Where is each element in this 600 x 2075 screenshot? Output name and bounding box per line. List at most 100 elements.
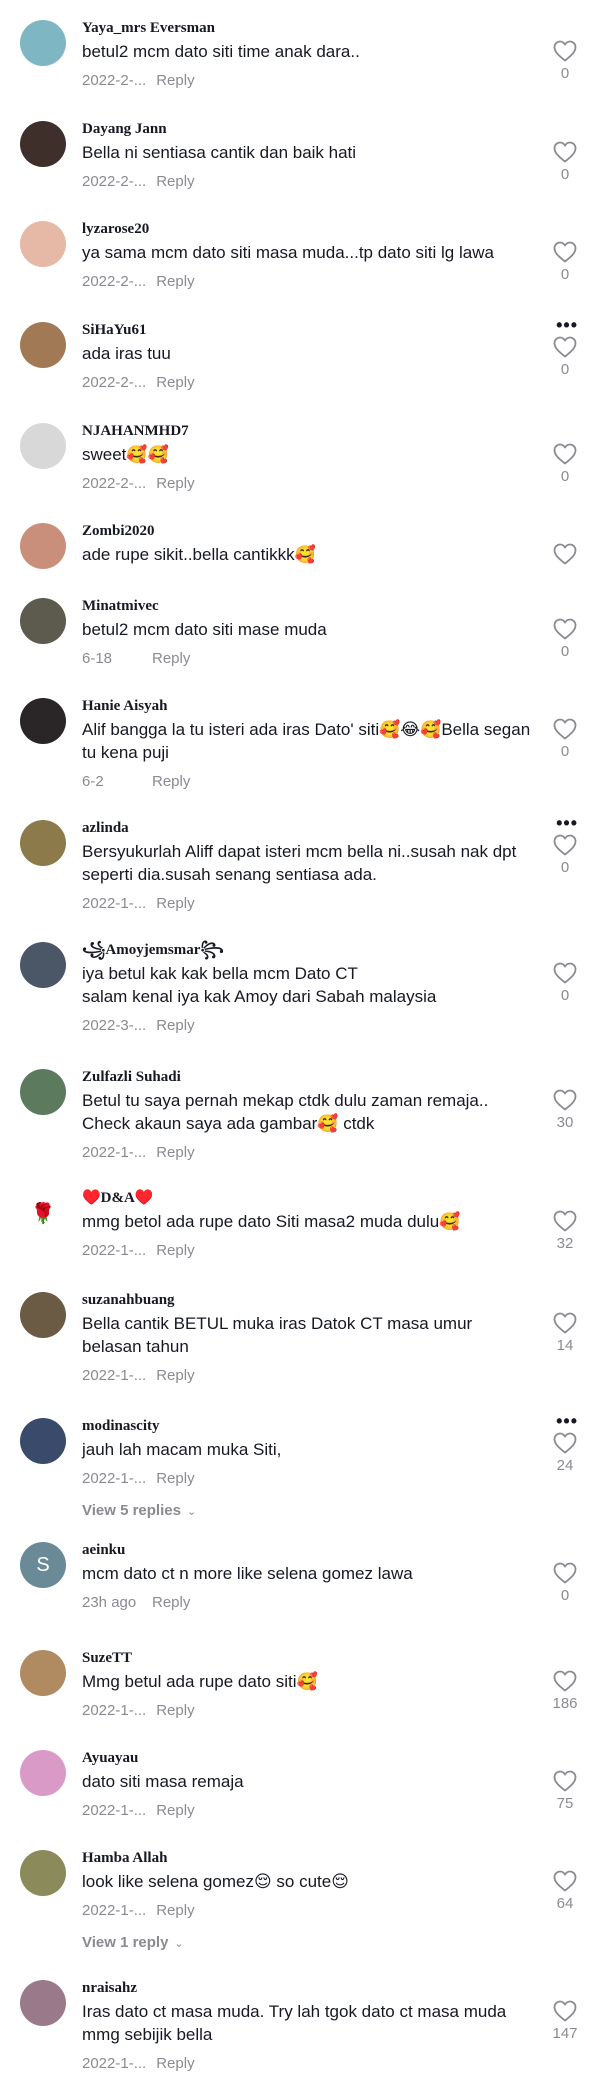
like-button[interactable]: 32 (550, 1210, 580, 1254)
username[interactable]: SuzeTT (82, 1648, 532, 1668)
comment-item: Hanie Aisyah Alif bangga la tu isteri ada… (0, 686, 600, 792)
like-button[interactable]: 0 (550, 834, 580, 878)
like-button[interactable]: 0 (550, 443, 580, 487)
reply-button[interactable]: Reply (156, 1017, 194, 1034)
avatar[interactable] (20, 20, 66, 66)
reply-button[interactable]: Reply (152, 773, 190, 790)
avatar[interactable] (20, 598, 66, 644)
reply-button[interactable]: Reply (156, 895, 194, 912)
username[interactable]: modinascity (82, 1416, 532, 1436)
avatar[interactable]: 🌹 (20, 1190, 66, 1236)
reply-button[interactable]: Reply (156, 1144, 194, 1161)
comment-text: mmg betol ada rupe dato Siti masa2 muda … (82, 1212, 461, 1231)
comment-meta: 2022-2-... Reply (82, 172, 532, 192)
reply-button[interactable]: Reply (156, 1242, 194, 1259)
username[interactable]: lyzarose20 (82, 219, 532, 239)
reply-button[interactable]: Reply (156, 1802, 194, 1819)
avatar[interactable] (20, 942, 66, 988)
reply-button[interactable]: Reply (152, 650, 190, 667)
comment-date: 2022-1-... (82, 1470, 147, 1487)
reply-button[interactable]: Reply (156, 475, 194, 492)
reply-button[interactable]: Reply (156, 1367, 194, 1384)
reply-button[interactable]: Reply (152, 1594, 190, 1611)
username[interactable]: azlinda (82, 818, 532, 838)
comment-item: 🌹 ♥️D&A♥️ mmg betol ada rupe dato Siti mas… (0, 1178, 600, 1261)
reply-button[interactable]: Reply (156, 173, 194, 190)
reply-button[interactable]: Reply (156, 273, 194, 290)
avatar[interactable] (20, 1650, 66, 1696)
reply-button[interactable]: Reply (156, 2055, 194, 2072)
view-replies-button[interactable]: View 5 replies ⌄ (82, 1501, 532, 1521)
like-button[interactable]: 0 (550, 241, 580, 285)
comment-item: SiHaYu61 ada iras tuu 2022-2-... Reply ••• 0 (0, 310, 600, 393)
avatar[interactable] (20, 121, 66, 167)
like-button[interactable]: 75 (550, 1770, 580, 1814)
username[interactable]: suzanahbuang (82, 1290, 532, 1310)
avatar[interactable] (20, 698, 66, 744)
like-button[interactable]: 14 (550, 1312, 580, 1356)
more-dots-icon[interactable]: ••• (556, 316, 578, 334)
like-button[interactable] (550, 543, 580, 565)
comment-meta: 2022-1-... Reply (82, 1366, 532, 1386)
reply-button[interactable]: Reply (156, 1702, 194, 1719)
avatar[interactable]: S (20, 1542, 66, 1588)
comment-body: aeinku mcm dato ct n more like selena gom… (82, 1540, 580, 1613)
like-button[interactable]: 24 (550, 1432, 580, 1476)
username[interactable]: Zulfazli Suhadi (82, 1067, 532, 1087)
heart-outline-icon (553, 962, 577, 984)
username[interactable]: NJAHANMHD7 (82, 421, 532, 441)
username[interactable]: ♥️D&A♥️ (82, 1188, 532, 1208)
avatar[interactable] (20, 820, 66, 866)
comment-meta: 23h ago Reply (82, 1593, 532, 1613)
comment-body: SuzeTT Mmg betul ada rupe dato siti🥰 2022-… (82, 1648, 580, 1721)
view-replies-button[interactable]: View 1 reply ⌄ (82, 1933, 532, 1953)
username[interactable]: nraisahz (82, 1978, 532, 1998)
avatar-letter: S (36, 1553, 50, 1576)
avatar[interactable] (20, 221, 66, 267)
like-count: 0 (560, 266, 570, 283)
like-button[interactable]: 30 (550, 1089, 580, 1133)
username[interactable]: Hamba Allah (82, 1848, 532, 1868)
reply-button[interactable]: Reply (156, 1470, 194, 1487)
username[interactable]: aeinku (82, 1540, 532, 1560)
username[interactable]: SiHaYu61 (82, 320, 532, 340)
more-dots-icon[interactable]: ••• (556, 814, 578, 832)
comment-item: ꧁Amoyjemsmar꧂ iya betul kak kak bella mcm… (0, 930, 600, 1036)
like-button[interactable]: 0 (550, 962, 580, 1006)
like-button[interactable]: 0 (550, 336, 580, 380)
like-button[interactable]: 0 (550, 1562, 580, 1606)
avatar[interactable] (20, 322, 66, 368)
reply-button[interactable]: Reply (156, 1902, 194, 1919)
reply-button[interactable]: Reply (156, 72, 194, 89)
comment-date: 2022-1-... (82, 895, 147, 912)
like-button[interactable]: 64 (550, 1870, 580, 1914)
avatar[interactable] (20, 1980, 66, 2026)
avatar[interactable] (20, 1418, 66, 1464)
comment-meta: 2022-2-... Reply (82, 272, 532, 292)
avatar[interactable] (20, 523, 66, 569)
comment-date: 2022-1-... (82, 2055, 147, 2072)
username[interactable]: Zombi2020 (82, 521, 532, 541)
avatar[interactable] (20, 1750, 66, 1796)
heart-outline-icon (553, 834, 577, 856)
like-button[interactable]: 0 (550, 718, 580, 762)
reply-button[interactable]: Reply (156, 374, 194, 391)
username[interactable]: Minatmivec (82, 596, 532, 616)
like-button[interactable]: 186 (550, 1670, 580, 1714)
like-button[interactable]: 0 (550, 40, 580, 84)
avatar[interactable] (20, 1069, 66, 1115)
username[interactable]: Dayang Jann (82, 119, 532, 139)
username[interactable]: ꧁Amoyjemsmar꧂ (82, 940, 532, 960)
comment-text: Bella ni sentiasa cantik dan baik hati (82, 143, 357, 162)
like-button[interactable]: 147 (550, 2000, 580, 2044)
avatar[interactable] (20, 423, 66, 469)
username[interactable]: Hanie Aisyah (82, 696, 532, 716)
avatar[interactable] (20, 1292, 66, 1338)
username[interactable]: Ayuayau (82, 1748, 532, 1768)
like-button[interactable]: 0 (550, 618, 580, 662)
comment-meta: 6-18 Reply (82, 649, 532, 669)
avatar[interactable] (20, 1850, 66, 1896)
more-dots-icon[interactable]: ••• (556, 1412, 578, 1430)
like-button[interactable]: 0 (550, 141, 580, 185)
username[interactable]: Yaya_mrs Eversman (82, 18, 532, 38)
